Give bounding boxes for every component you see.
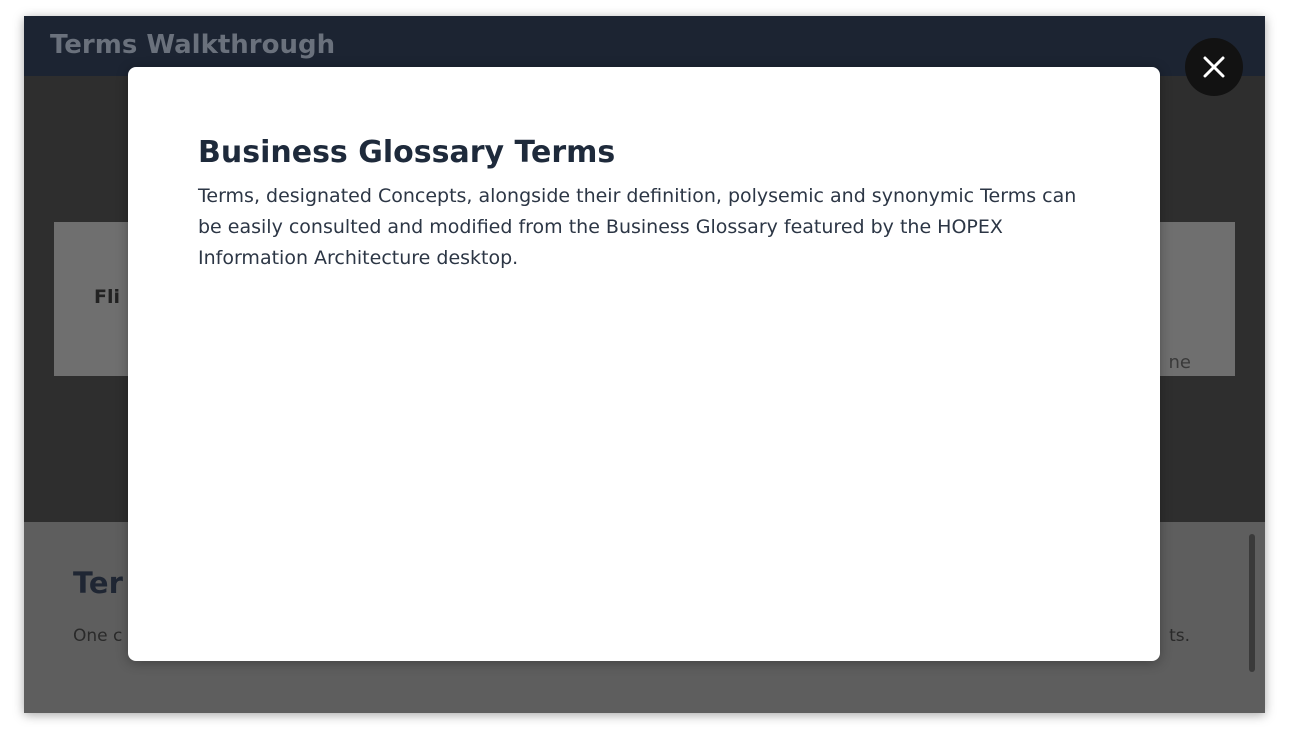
modal-title: Business Glossary Terms: [198, 135, 616, 170]
close-button[interactable]: [1185, 38, 1243, 96]
close-icon: [1203, 56, 1225, 78]
glossary-modal: Business Glossary Terms Terms, designate…: [128, 67, 1160, 661]
modal-description: Terms, designated Concepts, alongside th…: [198, 185, 1077, 269]
scrollbar[interactable]: [1249, 534, 1255, 672]
background-section-title: Ter: [73, 566, 123, 600]
background-section-text-end: ts.: [1169, 626, 1190, 646]
background-card-text: ne: [1168, 352, 1191, 373]
background-section-text: One c: [73, 626, 123, 646]
background-card-title: Fli: [94, 286, 121, 308]
window-title: Terms Walkthrough: [50, 30, 336, 60]
